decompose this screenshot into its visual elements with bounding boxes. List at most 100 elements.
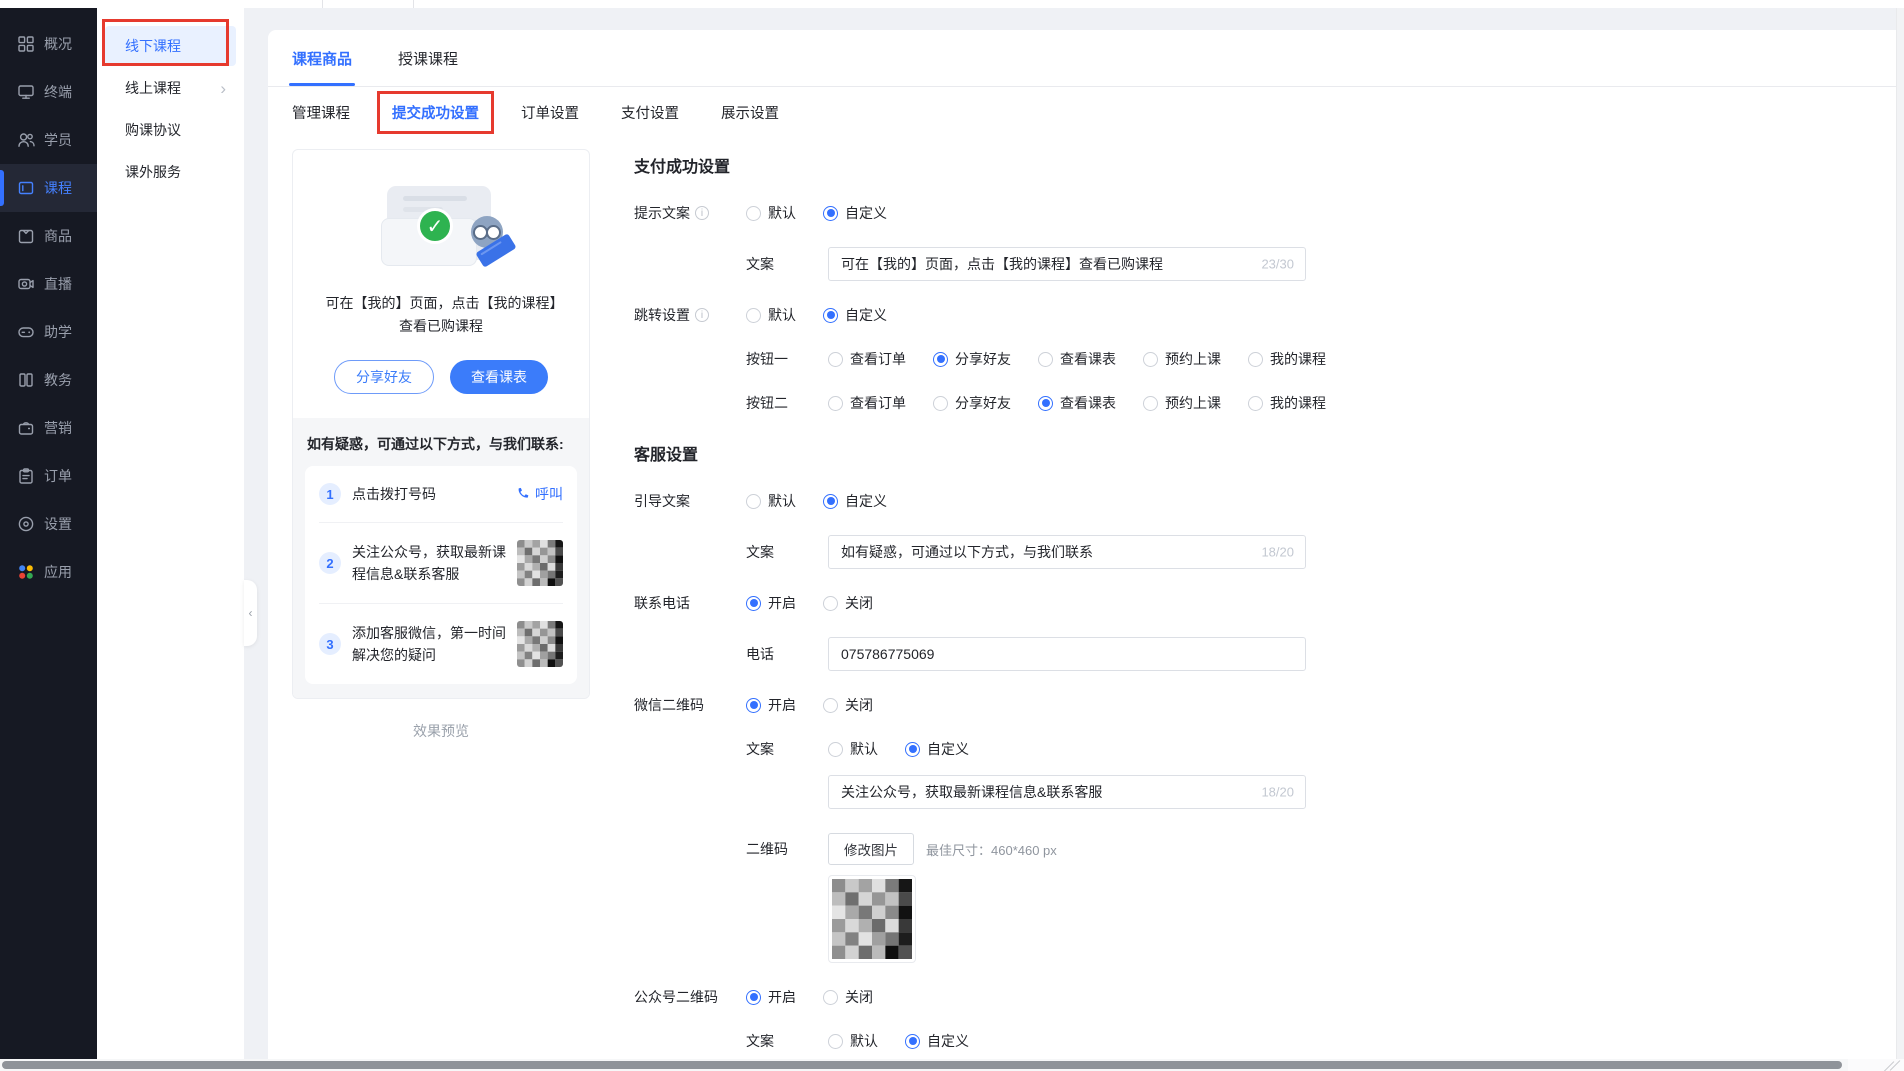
radio-option[interactable]: 查看课表: [1038, 393, 1116, 413]
radio-label: 预约上课: [1165, 349, 1221, 369]
radio-option[interactable]: 预约上课: [1143, 393, 1221, 413]
preview-card: ✓ 可在【我的】页面，点击【我的课程】查看已购课程 分享好友 查看课表 如有疑惑…: [292, 149, 590, 699]
goods-icon: [17, 227, 35, 245]
radio-option[interactable]: 分享好友: [933, 393, 1011, 413]
radio-option[interactable]: 预约上课: [1143, 349, 1221, 369]
guide-text-label: 文案: [746, 542, 828, 562]
wechat-qr-label: 微信二维码: [634, 695, 746, 715]
sub-tabs: 管理课程 提交成功设置 订单设置 支付设置 展示设置: [268, 87, 1896, 137]
sidebar-item-live[interactable]: 直播: [0, 260, 97, 308]
wechat-text-input[interactable]: [828, 775, 1306, 809]
radio-option[interactable]: 默认: [828, 739, 878, 759]
sidebar-item-courses[interactable]: 课程: [0, 164, 97, 212]
sidebar-item-overview[interactable]: 概况: [0, 20, 97, 68]
submenu-item-purchase-agreement[interactable]: 购课协议: [105, 110, 236, 150]
radio-option[interactable]: 自定义: [823, 491, 887, 511]
sidebar-item-assist[interactable]: 助学: [0, 308, 97, 356]
radio-circle-icon: [828, 396, 843, 411]
phone-input[interactable]: [828, 637, 1306, 671]
radio-option[interactable]: 关闭: [823, 695, 873, 715]
primary-sidebar: 概况 终端 学员 课程 商品 直播 助学 教务: [0, 8, 97, 1071]
contact-phone-label: 联系电话: [634, 593, 746, 613]
vertical-scrollbar-track[interactable]: [1896, 8, 1904, 1059]
qr-code-image[interactable]: [828, 875, 916, 963]
horizontal-scrollbar: [0, 1059, 1904, 1071]
radio-option[interactable]: 查看课表: [1038, 349, 1116, 369]
radio-option[interactable]: 开启: [746, 593, 796, 613]
horizontal-scrollbar-thumb[interactable]: [2, 1061, 1842, 1069]
radio-option[interactable]: 默认: [746, 491, 796, 511]
submenu-item-online-courses[interactable]: 线上课程›: [105, 68, 236, 108]
radio-option[interactable]: 分享好友: [933, 349, 1011, 369]
radio-circle-icon: [746, 206, 761, 221]
radio-option[interactable]: 我的课程: [1248, 349, 1326, 369]
radio-option[interactable]: 自定义: [823, 203, 887, 223]
settings-form: 支付成功设置 提示文案i 默认自定义 文案 23/30 跳转设置i: [590, 149, 1872, 1071]
radio-circle-icon: [828, 742, 843, 757]
tip-text-input[interactable]: [828, 247, 1306, 281]
call-link[interactable]: 呼叫: [516, 484, 563, 504]
sidebar-item-academic[interactable]: 教务: [0, 356, 97, 404]
share-friends-button[interactable]: 分享好友: [334, 360, 434, 394]
radio-option[interactable]: 我的课程: [1248, 393, 1326, 413]
radio-option[interactable]: 查看订单: [828, 349, 906, 369]
subtab-manage-courses[interactable]: 管理课程: [292, 102, 350, 123]
mp-text-mode-radio-group: 默认 自定义: [828, 1031, 969, 1051]
radio-option[interactable]: 开启: [746, 695, 796, 715]
subtab-order-settings[interactable]: 订单设置: [521, 102, 579, 123]
contact-step-wechat: 3 添加客服微信，第一时间解决您的疑问: [319, 603, 563, 684]
tab-course-goods[interactable]: 课程商品: [292, 30, 352, 86]
header-tabs: 课程商品 授课课程: [268, 30, 1896, 87]
tab-teaching-courses[interactable]: 授课课程: [398, 30, 458, 86]
view-schedule-button[interactable]: 查看课表: [450, 360, 548, 394]
sidebar-collapse-handle[interactable]: ‹: [244, 580, 257, 646]
radio-option[interactable]: 自定义: [905, 739, 969, 759]
radio-option[interactable]: 默认: [746, 203, 796, 223]
jump-settings-label: 跳转设置i: [634, 305, 746, 325]
browser-tab-divider: [322, 0, 323, 8]
academic-icon: [17, 371, 35, 389]
sidebar-item-students[interactable]: 学员: [0, 116, 97, 164]
guide-text-input[interactable]: [828, 535, 1306, 569]
success-check-icon: ✓: [417, 208, 453, 244]
sidebar-item-apps[interactable]: 应用: [0, 548, 97, 596]
subtab-display-settings[interactable]: 展示设置: [721, 102, 779, 123]
sidebar-item-marketing[interactable]: 营销: [0, 404, 97, 452]
subtab-submit-success-settings[interactable]: 提交成功设置: [392, 102, 479, 123]
radio-option[interactable]: 关闭: [823, 987, 873, 1007]
submenu-item-offline-courses[interactable]: 线下课程: [105, 26, 236, 66]
radio-option[interactable]: 查看订单: [828, 393, 906, 413]
apps-icon: [17, 563, 35, 581]
sidebar-item-goods[interactable]: 商品: [0, 212, 97, 260]
radio-label: 我的课程: [1270, 349, 1326, 369]
sidebar-item-settings[interactable]: 设置: [0, 500, 97, 548]
browser-tab-strip: [0, 0, 1904, 8]
subtab-payment-settings[interactable]: 支付设置: [621, 102, 679, 123]
jump-settings-radio-group: 默认 自定义: [746, 305, 887, 325]
phone-icon: [516, 487, 530, 501]
radio-option[interactable]: 默认: [746, 305, 796, 325]
submenu-item-extracurricular[interactable]: 课外服务: [105, 152, 236, 192]
phone-label: 电话: [746, 644, 828, 664]
browser-tab-divider: [413, 0, 414, 8]
radio-option[interactable]: 关闭: [823, 593, 873, 613]
step-badge: 3: [319, 633, 341, 655]
radio-option[interactable]: 开启: [746, 987, 796, 1007]
radio-option[interactable]: 默认: [828, 1031, 878, 1051]
sidebar-item-terminal[interactable]: 终端: [0, 68, 97, 116]
contact-title: 如有疑惑，可通过以下方式，与我们联系:: [307, 434, 575, 454]
radio-label: 开启: [768, 987, 796, 1007]
radio-label: 预约上课: [1165, 393, 1221, 413]
radio-option[interactable]: 自定义: [905, 1031, 969, 1051]
radio-label: 默认: [768, 305, 796, 325]
content-area: ‹ 课程商品 授课课程 管理课程 提交成功设置 订单设置 支付设置 展示设置: [244, 8, 1904, 1071]
radio-label: 开启: [768, 695, 796, 715]
sidebar-item-orders[interactable]: 订单: [0, 452, 97, 500]
radio-option[interactable]: 自定义: [823, 305, 887, 325]
radio-circle-icon: [823, 990, 838, 1005]
radio-label: 查看课表: [1060, 349, 1116, 369]
change-image-button[interactable]: 修改图片: [828, 833, 914, 865]
guide-copy-label: 引导文案: [634, 491, 746, 511]
preview-buttons: 分享好友 查看课表: [309, 360, 573, 394]
contact-step-call: 1 点击拨打号码 呼叫: [319, 466, 563, 522]
